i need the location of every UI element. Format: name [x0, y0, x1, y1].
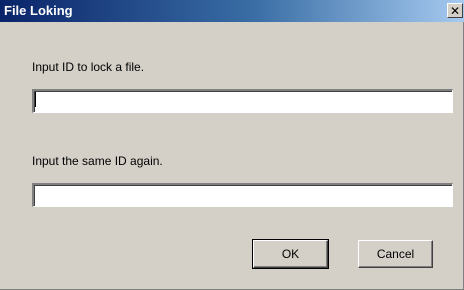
id-label: Input ID to lock a file. [32, 60, 145, 74]
close-icon: ✕ [449, 3, 461, 18]
title-bar[interactable]: File Loking ✕ [0, 0, 464, 22]
text-caret [35, 92, 36, 107]
close-button[interactable]: ✕ [447, 3, 463, 18]
ok-button[interactable]: OK [252, 239, 329, 269]
cancel-button[interactable]: Cancel [358, 240, 433, 268]
confirm-id-input[interactable] [32, 183, 453, 207]
file-locking-dialog: File Loking ✕ Input ID to lock a file. I… [0, 0, 464, 290]
confirm-id-label: Input the same ID again. [32, 154, 163, 168]
window-title: File Loking [4, 3, 73, 18]
id-input[interactable] [32, 89, 453, 113]
